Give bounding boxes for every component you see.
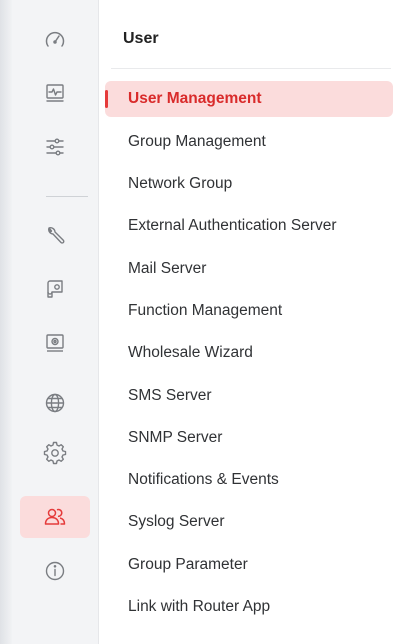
- menu-item-link-with-router-app[interactable]: Link with Router App: [105, 589, 393, 625]
- wrench-icon: [48, 227, 65, 244]
- menu-item-group-management[interactable]: Group Management: [105, 124, 393, 160]
- user-submenu-panel: User User Management Group Management Ne…: [99, 0, 409, 644]
- dashboard-gauge-icon: [45, 31, 65, 47]
- panel-title: User: [123, 30, 159, 47]
- rail-divider: [46, 196, 88, 197]
- about-button[interactable]: [20, 550, 90, 592]
- dashboard-button[interactable]: [20, 19, 90, 61]
- menu-item-external-authentication-server[interactable]: External Authentication Server: [105, 208, 393, 244]
- maintenance-button[interactable]: [20, 215, 90, 257]
- menu-item-wholesale-wizard[interactable]: Wholesale Wizard: [105, 335, 393, 371]
- menu-item-syslog-server[interactable]: Syslog Server: [105, 504, 393, 540]
- menu-item-user-management[interactable]: User Management: [105, 81, 393, 117]
- certificate-icon: [47, 280, 63, 298]
- menu-item-group-parameter[interactable]: Group Parameter: [105, 547, 393, 583]
- diagnostics-button[interactable]: [20, 322, 90, 364]
- gear-icon: [43, 441, 67, 465]
- settings-sliders-button[interactable]: [20, 126, 90, 168]
- app-frame: User User Management Group Management Ne…: [0, 0, 409, 644]
- background-strip: [0, 0, 12, 644]
- menu-item-notifications-events[interactable]: Notifications & Events: [105, 462, 393, 498]
- monitoring-icon: [46, 84, 64, 102]
- diagnostics-icon: [46, 334, 64, 352]
- users-icon: [44, 508, 66, 525]
- globe-icon: [45, 393, 65, 413]
- certificate-button[interactable]: [20, 268, 90, 310]
- menu-item-sms-server[interactable]: SMS Server: [105, 378, 393, 414]
- menu-item-function-management[interactable]: Function Management: [105, 293, 393, 329]
- system-settings-button[interactable]: [20, 432, 90, 474]
- menu-item-network-group[interactable]: Network Group: [105, 166, 393, 202]
- info-icon: [45, 561, 65, 581]
- icon-rail: [12, 0, 99, 644]
- network-globe-button[interactable]: [20, 382, 90, 424]
- user-button[interactable]: [20, 496, 90, 538]
- title-divider: [111, 68, 391, 69]
- menu-item-snmp-server[interactable]: SNMP Server: [105, 420, 393, 456]
- sliders-icon: [46, 138, 64, 156]
- menu-item-mail-server[interactable]: Mail Server: [105, 251, 393, 287]
- monitoring-button[interactable]: [20, 72, 90, 114]
